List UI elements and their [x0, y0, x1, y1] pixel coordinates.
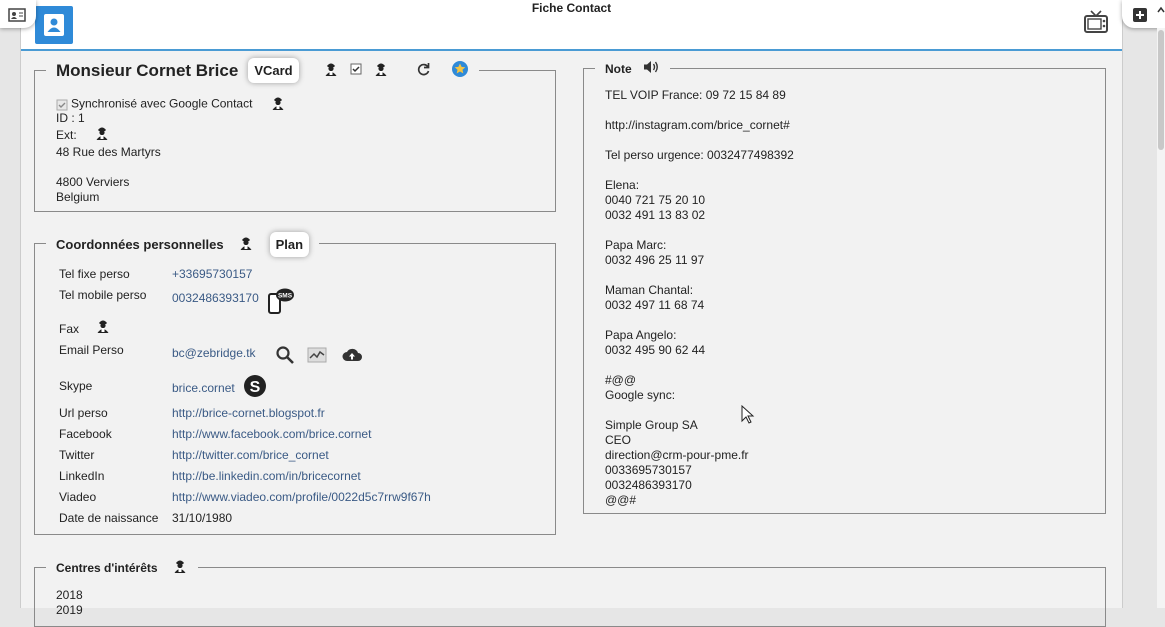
note-line: Google sync: [605, 388, 676, 402]
cloud-upload-icon[interactable] [341, 346, 363, 367]
link-twitter[interactable]: http://twitter.com/brice_cornet [172, 448, 329, 462]
coordinates-title: Coordonnées personnelles [56, 237, 224, 252]
label-birthdate: Date de naissance [59, 511, 159, 525]
contact-name: Monsieur Cornet Brice [56, 60, 239, 80]
checkbox-icon[interactable] [349, 62, 363, 79]
title-bar: Fiche Contact [21, 0, 1122, 51]
sync-label: Synchronisé avec Google Contact [71, 96, 253, 111]
link-tel-fixe[interactable]: +33695730157 [172, 267, 252, 281]
note-title: Note [605, 61, 632, 76]
note-line: @@# [605, 493, 637, 507]
speaker-icon[interactable] [642, 59, 660, 78]
refresh-icon[interactable] [415, 61, 431, 80]
note-line: #@@ [605, 373, 637, 387]
vcard-button[interactable]: VCard [248, 58, 299, 83]
note-line: Tel perso urgence: 0032477498392 [605, 148, 794, 162]
outer-background [0, 0, 20, 608]
agent-icon[interactable] [95, 318, 111, 337]
agent-icon[interactable] [94, 125, 110, 144]
note-line: direction@crm-pour-pme.fr [605, 448, 749, 462]
scrollbar-thumb[interactable] [1158, 30, 1164, 150]
link-viadeo[interactable]: http://www.viadeo.com/profile/0022d5c7rr… [172, 490, 431, 504]
mouse-cursor-icon [741, 404, 755, 428]
agent-icon[interactable] [373, 61, 389, 80]
agent-icon[interactable] [270, 95, 286, 114]
identity-legend: Monsieur Cornet Brice VCard [46, 58, 479, 83]
note-line: 0032 495 90 62 44 [605, 343, 706, 357]
right-corner-tab[interactable] [1122, 0, 1165, 28]
note-line: Papa Marc: [605, 238, 667, 252]
sync-row: Synchronisé avec Google Contact [56, 95, 286, 114]
plan-button[interactable]: Plan [269, 232, 310, 257]
label-tel-mobile: Tel mobile perso [59, 288, 147, 302]
skype-icon[interactable]: S [242, 373, 268, 402]
tv-icon[interactable] [1083, 9, 1109, 38]
label-tel-fixe: Tel fixe perso [59, 267, 130, 281]
link-skype[interactable]: brice.cornet [172, 381, 235, 395]
favorite-star-icon[interactable] [451, 60, 469, 81]
label-facebook: Facebook [59, 427, 112, 441]
note-line: Papa Angelo: [605, 328, 677, 342]
window-title: Fiche Contact [531, 1, 612, 15]
sync-checkbox[interactable] [56, 99, 68, 111]
address-street: 48 Rue des Martyrs [56, 145, 161, 159]
contact-window: Fiche Contact Monsieur Cornet Brice VCar… [20, 0, 1123, 627]
link-facebook[interactable]: http://www.facebook.com/brice.cornet [172, 427, 371, 441]
agent-icon[interactable] [323, 61, 339, 80]
note-line: 0033695730157 [605, 463, 692, 477]
label-skype: Skype [59, 379, 93, 393]
label-fax: Fax [59, 322, 80, 336]
label-twitter: Twitter [59, 448, 95, 462]
note-line: 0040 721 75 20 10 [605, 193, 706, 207]
link-url[interactable]: http://brice-cornet.blogspot.fr [172, 406, 325, 420]
label-linkedin: LinkedIn [59, 469, 105, 483]
address-city: 4800 Verviers [56, 175, 130, 189]
sms-badge: SMS [278, 293, 293, 300]
activity-chart-icon[interactable] [307, 347, 327, 366]
note-line: 0032 491 13 83 02 [605, 208, 706, 222]
link-tel-mobile[interactable]: 0032486393170 [172, 291, 259, 305]
interests-legend: Centres d'intérêts [46, 558, 198, 577]
interest-item: 2018 [56, 588, 83, 602]
note-line: 0032486393170 [605, 478, 692, 492]
sms-phone-icon[interactable]: SMS [267, 287, 295, 318]
svg-text:S: S [250, 379, 261, 396]
note-line: 0032 497 11 68 74 [605, 298, 705, 312]
label-url: Url perso [59, 406, 108, 420]
contact-id: ID : 1 [56, 111, 85, 125]
note-line: http://instagram.com/brice_cornet# [605, 118, 790, 132]
id-card-icon[interactable] [8, 8, 26, 22]
address-country: Belgium [56, 190, 100, 204]
note-line: 0032 496 25 11 97 [605, 253, 705, 267]
note-line: Simple Group SA [605, 418, 698, 432]
coordinates-legend: Coordonnées personnelles Plan [46, 232, 320, 257]
chevron-up-icon[interactable] [1157, 6, 1165, 14]
label-viadeo: Viadeo [59, 490, 97, 504]
left-corner-tab[interactable] [0, 0, 36, 28]
label-email: Email Perso [59, 343, 124, 357]
link-email[interactable]: bc@zebridge.tk [172, 346, 256, 360]
identity-panel [34, 70, 556, 212]
agent-icon[interactable] [172, 558, 188, 577]
search-icon[interactable] [275, 345, 295, 368]
contact-card-icon[interactable] [35, 6, 73, 44]
agent-icon[interactable] [238, 235, 254, 254]
link-linkedin[interactable]: http://be.linkedin.com/in/bricecornet [172, 469, 361, 483]
add-icon[interactable] [1132, 7, 1148, 23]
note-legend: Note [595, 59, 670, 78]
ext-row: Ext: [56, 125, 110, 144]
interest-item: 2019 [56, 603, 83, 617]
note-line: Elena: [605, 178, 640, 192]
note-line: Maman Chantal: [605, 283, 694, 297]
note-line: TEL VOIP France: 09 72 15 84 89 [605, 88, 786, 102]
value-birthdate: 31/10/1980 [172, 511, 233, 525]
interests-title: Centres d'intérêts [56, 560, 158, 575]
note-line: CEO [605, 433, 632, 447]
ext-label: Ext: [56, 128, 77, 142]
